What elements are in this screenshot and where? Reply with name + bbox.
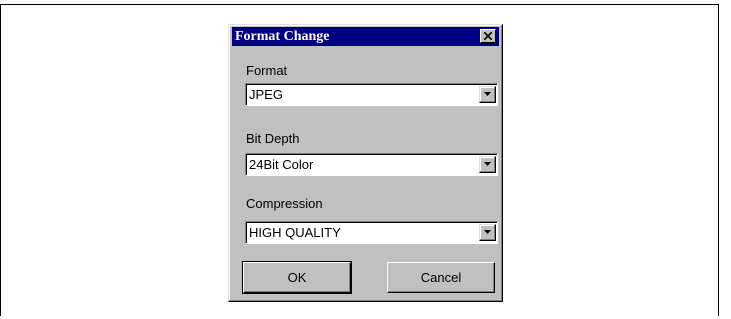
compression-select[interactable]: HIGH QUALITY (245, 221, 498, 244)
compression-label: Compression (246, 196, 323, 211)
close-button[interactable] (480, 29, 496, 43)
format-label: Format (246, 63, 288, 78)
format-select[interactable]: JPEG (245, 83, 498, 106)
bit-depth-select[interactable]: 24Bit Color (245, 153, 498, 176)
close-icon (484, 32, 492, 40)
dialog-titlebar[interactable]: Format Change (232, 27, 499, 46)
bit-depth-value: 24Bit Color (249, 157, 314, 172)
compression-value: HIGH QUALITY (249, 225, 341, 240)
chevron-down-icon (484, 92, 491, 96)
chevron-down-icon (484, 230, 491, 234)
chevron-down-icon (484, 162, 491, 166)
format-dropdown-button[interactable] (479, 86, 496, 103)
cancel-button[interactable]: Cancel (387, 262, 495, 293)
ok-button[interactable]: OK (242, 261, 352, 294)
format-value: JPEG (249, 87, 283, 102)
bit-depth-dropdown-button[interactable] (479, 156, 496, 173)
bit-depth-label: Bit Depth (246, 131, 300, 146)
format-change-dialog: Format Change Format JPEG Bit Depth 24Bi… (228, 24, 503, 302)
dialog-title: Format Change (235, 29, 330, 44)
compression-dropdown-button[interactable] (479, 224, 496, 241)
